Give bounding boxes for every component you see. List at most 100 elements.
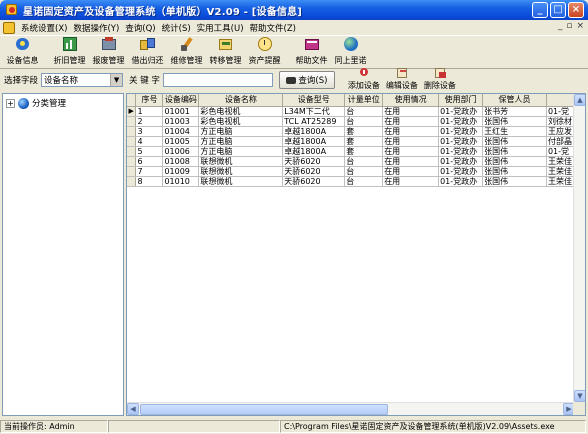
table-cell[interactable]: 01005: [162, 136, 200, 147]
app-logo-icon[interactable]: [5, 3, 19, 17]
column-header[interactable]: 序号: [135, 94, 164, 107]
equipment-grid[interactable]: 序号 设备编码 设备名称 设备型号 计量单位 使用情况 使用部门 保管人员 ▶ 1…: [126, 93, 586, 416]
query-button[interactable]: 查询(S): [278, 71, 335, 89]
table-cell[interactable]: 01009: [162, 166, 200, 177]
table-cell[interactable]: 联想微机: [198, 156, 284, 167]
table-row[interactable]: 6 01008 联想微机 天骄6020 台在用 01-党政办 张国伟 王荣佳: [127, 156, 575, 167]
table-cell[interactable]: 5: [135, 146, 164, 157]
table-cell[interactable]: 7: [135, 166, 164, 177]
table-cell[interactable]: 01-党政办: [438, 136, 484, 147]
table-cell[interactable]: 01001: [162, 106, 200, 117]
table-cell[interactable]: 在用: [382, 136, 440, 147]
table-cell[interactable]: 王应发: [546, 126, 575, 137]
table-cell[interactable]: 01-党政办: [438, 116, 484, 127]
chevron-down-icon[interactable]: ▼: [110, 74, 123, 86]
maximize-button[interactable]: □: [550, 2, 566, 18]
table-cell[interactable]: 张国伟: [482, 146, 547, 157]
asset-reminder-button[interactable]: 资产提醒: [245, 36, 284, 68]
table-cell[interactable]: 01008: [162, 156, 200, 167]
table-cell[interactable]: 在用: [382, 156, 440, 167]
table-cell[interactable]: 张国伟: [482, 156, 547, 167]
table-cell[interactable]: L34M下二代: [282, 106, 346, 117]
table-cell[interactable]: 6: [135, 156, 164, 167]
horizontal-scroll-thumb[interactable]: [140, 404, 388, 415]
table-cell[interactable]: 张国伟: [482, 116, 547, 127]
table-row[interactable]: 8 01010 联想微机 天骄6020 台在用 01-党政办 张国伟 王荣佳: [127, 176, 575, 187]
table-cell[interactable]: 01-党政办: [438, 146, 484, 157]
table-cell[interactable]: TCL AT25289: [282, 116, 346, 127]
column-header[interactable]: 保管人员: [482, 94, 547, 107]
table-cell[interactable]: 天骄6020: [282, 166, 346, 177]
table-row[interactable]: 7 01009 联想微机 天骄6020 台在用 01-党政办 张国伟 王荣佳: [127, 166, 575, 177]
table-cell[interactable]: 4: [135, 136, 164, 147]
row-indicator[interactable]: ▶: [127, 106, 137, 117]
mdi-app-icon[interactable]: [3, 21, 15, 34]
add-equipment-button[interactable]: 添加设备: [345, 67, 383, 91]
table-cell[interactable]: 王荣佳: [546, 176, 575, 187]
table-cell[interactable]: 在用: [382, 176, 440, 187]
table-cell[interactable]: 王荣佳: [546, 166, 575, 177]
table-cell[interactable]: 在用: [382, 106, 440, 117]
minimize-button[interactable]: _: [532, 2, 548, 18]
field-select[interactable]: 设备名称 ▼: [41, 73, 124, 87]
table-cell[interactable]: 张书芳: [482, 106, 547, 117]
menu-system-settings[interactable]: 系统设置(X): [18, 22, 70, 34]
table-cell[interactable]: 01-党: [546, 146, 575, 157]
table-cell[interactable]: 在用: [382, 166, 440, 177]
table-row[interactable]: 3 01004 方正电脑 卓越1800A 套在用 01-党政办 王红生 王应发: [127, 126, 575, 137]
table-cell[interactable]: 刘徐材: [546, 116, 575, 127]
column-header[interactable]: 设备型号: [282, 94, 346, 107]
table-cell[interactable]: 联想微机: [198, 176, 284, 187]
online-site-button[interactable]: 同上里诺: [331, 36, 370, 68]
help-file-button[interactable]: 帮助文件: [292, 36, 331, 68]
row-indicator[interactable]: [127, 166, 137, 177]
table-cell[interactable]: 套: [344, 126, 384, 137]
lend-return-button[interactable]: 借出归还: [128, 36, 167, 68]
table-cell[interactable]: 01-党政办: [438, 126, 484, 137]
title-bar[interactable]: 星诺固定资产及设备管理系统（单机版）V2.09 - [设备信息] _ □ ×: [0, 0, 588, 20]
horizontal-scrollbar[interactable]: ◀ ▶: [127, 402, 575, 415]
mdi-close-icon[interactable]: ×: [576, 21, 584, 31]
table-cell[interactable]: 天骄6020: [282, 176, 346, 187]
table-cell[interactable]: 01-党: [546, 106, 575, 117]
table-cell[interactable]: 台: [344, 116, 384, 127]
table-row[interactable]: ▶ 1 01001 彩色电视机 L34M下二代台在用 01-党政办 张书芳 01-党: [127, 106, 575, 117]
menu-help[interactable]: 帮助文件(Z): [247, 22, 299, 34]
table-cell[interactable]: 王红生: [482, 126, 547, 137]
table-cell[interactable]: 01-党政办: [438, 176, 484, 187]
table-row[interactable]: 4 01005 方正电脑 卓越1800A 套在用 01-党政办 张国伟 付部晶: [127, 136, 575, 147]
table-cell[interactable]: 01-党政办: [438, 106, 484, 117]
table-cell[interactable]: 彩色电视机: [198, 106, 284, 117]
column-header[interactable]: 设备名称: [198, 94, 284, 107]
depreciation-button[interactable]: 折旧管理: [50, 36, 89, 68]
row-indicator[interactable]: [127, 156, 137, 167]
table-cell[interactable]: 01006: [162, 146, 200, 157]
row-indicator[interactable]: [127, 116, 137, 127]
table-cell[interactable]: 张国伟: [482, 166, 547, 177]
table-cell[interactable]: 套: [344, 136, 384, 147]
table-cell[interactable]: 台: [344, 106, 384, 117]
table-cell[interactable]: 张国伟: [482, 176, 547, 187]
repair-button[interactable]: 维修管理: [167, 36, 206, 68]
menu-tools[interactable]: 实用工具(U): [194, 22, 247, 34]
column-header[interactable]: 使用部门: [438, 94, 484, 107]
table-row[interactable]: 2 01003 彩色电视机 TCL AT25289 台在用 01-党政办 张国伟 刘徐材: [127, 116, 575, 127]
table-cell[interactable]: 台: [344, 166, 384, 177]
vertical-scrollbar[interactable]: ▲ ▼: [573, 94, 585, 402]
menu-query[interactable]: 查询(Q): [122, 22, 158, 34]
table-cell[interactable]: 彩色电视机: [198, 116, 284, 127]
scroll-left-icon[interactable]: ◀: [127, 403, 139, 415]
table-cell[interactable]: 方正电脑: [198, 146, 284, 157]
table-cell[interactable]: 3: [135, 126, 164, 137]
scroll-up-icon[interactable]: ▲: [574, 94, 585, 106]
scrap-button[interactable]: 报废管理: [89, 36, 128, 68]
table-cell[interactable]: 2: [135, 116, 164, 127]
table-cell[interactable]: 台: [344, 156, 384, 167]
column-header[interactable]: 设备编码: [162, 94, 200, 107]
table-cell[interactable]: 方正电脑: [198, 126, 284, 137]
mdi-restore-icon[interactable]: ▫: [566, 21, 572, 31]
column-header[interactable]: 计量单位: [344, 94, 384, 107]
equipment-info-button[interactable]: 设备信息: [3, 36, 42, 68]
row-indicator[interactable]: [127, 126, 137, 137]
menu-data-operations[interactable]: 数据操作(Y): [70, 22, 122, 34]
